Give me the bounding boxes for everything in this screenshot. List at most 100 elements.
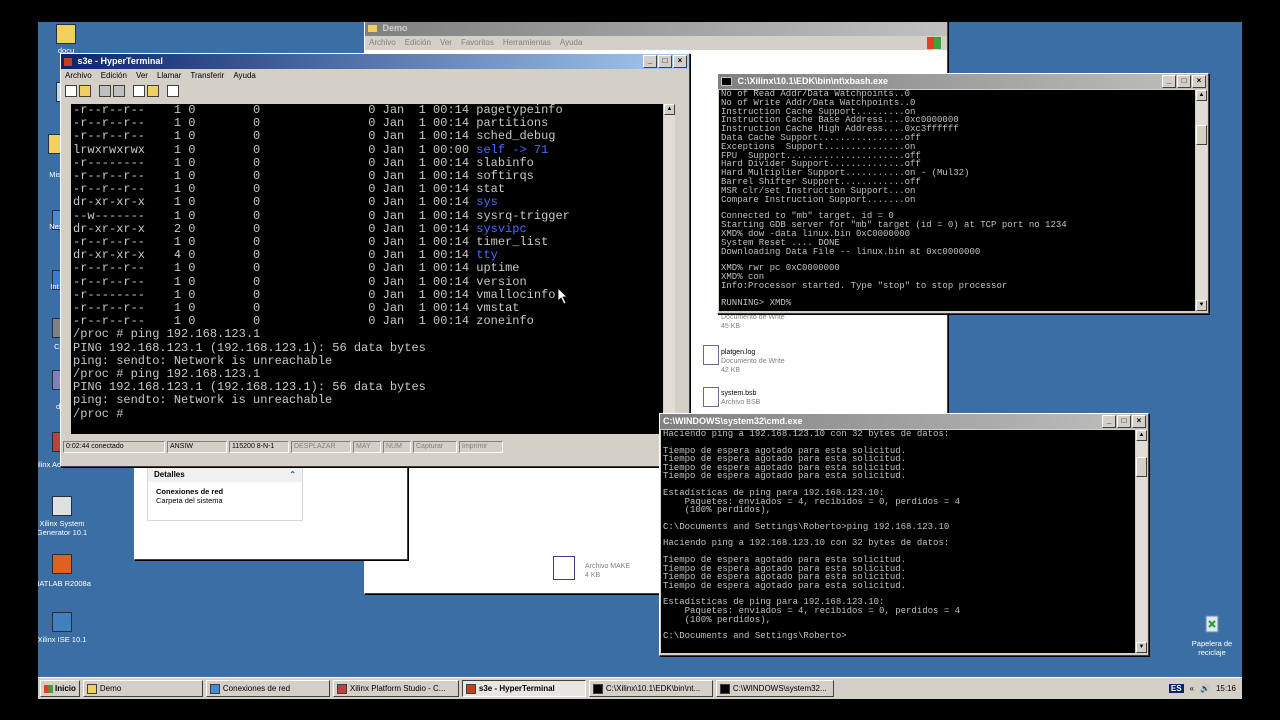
scroll-down-button[interactable]: ▼ (1196, 300, 1207, 311)
taskbar-item-icon (719, 683, 730, 694)
properties-icon[interactable] (167, 85, 179, 97)
close-button[interactable]: × (1132, 415, 1146, 428)
xbash-titlebar[interactable]: C:\Xilinx\10.1\EDK\bin\nt\xbash.exe _ □ × (718, 74, 1208, 89)
file-item[interactable]: Documento de Write 45 KB (721, 313, 785, 331)
terminal-scrollbar[interactable]: ▲ ▼ (663, 104, 675, 434)
menu-item[interactable]: Llamar (157, 69, 181, 83)
desktop: docuMiMis sNex TOInt ExpCamdspXilinx Acc… (38, 22, 1242, 698)
open-icon[interactable] (79, 85, 91, 97)
taskbar-item-icon (209, 683, 220, 694)
terminal-line-text: dr-xr-xr-x 2 0 0 0 Jan 1 00:14 (73, 221, 477, 236)
minimize-button[interactable]: _ (1162, 75, 1176, 88)
connect-icon[interactable] (99, 85, 111, 97)
xilinx-ise-icon[interactable] (52, 612, 72, 632)
matlab-icon[interactable] (52, 554, 72, 574)
hyperterminal-window[interactable]: s3e - HyperTerminal _ □ × Archivo Edición Ve… (60, 53, 690, 467)
cmd-window[interactable]: C:\WINDOWS\system32\cmd.exe _ □ × Haciendo… (659, 413, 1149, 656)
file-type: Documento de Write (721, 358, 785, 365)
scroll-up-button[interactable]: ▲ (1136, 430, 1147, 441)
maximize-button[interactable]: □ (1117, 415, 1131, 428)
makefile-icon (553, 556, 575, 580)
new-icon[interactable] (65, 85, 77, 97)
terminal-line-text: /proc # ping 192.168.123.1 (73, 327, 261, 342)
maximize-button[interactable]: □ (1177, 75, 1191, 88)
taskbar-item[interactable]: Xilinx Platform Studio - C... (332, 680, 459, 697)
menu-item[interactable]: Edición (405, 36, 431, 50)
console-line: Haciendo ping a 192.168.123.10 con 32 by… (663, 430, 950, 439)
file-name: system.bsb (721, 390, 757, 397)
terminal-line-text: dr-xr-xr-x 1 0 0 0 Jan 1 00:14 (73, 195, 477, 210)
taskbar-item[interactable]: C:\WINDOWS\system32... (715, 680, 834, 697)
cmd-console[interactable]: Haciendo ping a 192.168.123.10 con 32 by… (661, 430, 1136, 653)
network-connections-window[interactable]: Detalles ⌃ Conexiones de red Carpeta del… (134, 462, 408, 560)
collapse-icon[interactable]: ⌃ (289, 468, 296, 482)
menu-item[interactable]: Ayuda (560, 36, 583, 50)
cmd-scrollbar[interactable]: ▲ ▼ (1135, 430, 1147, 653)
taskbar-item-label: C:\WINDOWS\system32... (732, 684, 827, 693)
file-item[interactable]: Archivo MAKE 4 KB (585, 562, 630, 580)
scroll-thumb[interactable] (1196, 125, 1207, 145)
scroll-down-button[interactable]: ▼ (1136, 642, 1147, 653)
windows-logo-icon (927, 37, 941, 49)
close-button[interactable]: × (1192, 75, 1206, 88)
xbash-console[interactable]: No of Read Addr/Data Watchpoints..0 No of… (719, 90, 1196, 311)
taskbar-item[interactable]: C:\Xilinx\10.1\EDK\bin\nt... (588, 680, 713, 697)
terminal-line-text: -r--r--r-- 1 0 0 0 Jan 1 00:14 vmstat (73, 301, 520, 316)
scroll-up-button[interactable]: ▲ (1196, 90, 1207, 101)
menu-item[interactable]: Ayuda (233, 69, 256, 83)
console-line: Compare Instruction Support.......on (721, 194, 916, 205)
taskbar-item[interactable]: Demo (82, 680, 203, 697)
scroll-thumb[interactable] (1136, 457, 1147, 477)
taskbar-item-label: C:\Xilinx\10.1\EDK\bin\nt... (605, 684, 701, 693)
hyperterminal-titlebar[interactable]: s3e - HyperTerminal _ □ × (61, 54, 689, 69)
menu-item[interactable]: Transferir (190, 69, 224, 83)
desktop-icon-label: Xilinx System Generator 10.1 (38, 519, 88, 537)
menu-item[interactable]: Ver (440, 36, 452, 50)
start-button[interactable]: Inicio (40, 680, 80, 697)
taskbar-item-label: Conexiones de red (222, 684, 291, 693)
scroll-up-button[interactable]: ▲ (664, 104, 675, 115)
send-icon[interactable] (133, 85, 145, 97)
terminal-line-text: ping: sendto: Network is unreachable (73, 393, 333, 408)
file-type: Documento de Write (721, 314, 785, 321)
chevron-left-icon[interactable]: « (1190, 684, 1194, 693)
maximize-button[interactable]: □ (658, 55, 672, 68)
hyperterminal-terminal[interactable]: -r--r--r-- 1 0 0 0 Jan 1 00:14 pagetypei… (71, 104, 663, 434)
disconnect-icon[interactable] (113, 85, 125, 97)
menu-item[interactable]: Edición (101, 69, 127, 83)
recycle-bin-icon[interactable] (1201, 612, 1223, 634)
minimize-button[interactable]: _ (1102, 415, 1116, 428)
console-line: C:\Documents and Settings\Roberto> (663, 631, 847, 642)
menu-item[interactable]: Favoritos (461, 36, 494, 50)
start-label: Inicio (55, 684, 76, 693)
menu-item[interactable]: Herramientas (503, 36, 551, 50)
xilinx-sysgen-icon[interactable] (52, 496, 72, 516)
hyperterminal-icon (64, 57, 72, 66)
receive-icon[interactable] (147, 85, 159, 97)
close-button[interactable]: × (673, 55, 687, 68)
taskbar-item-icon (86, 683, 97, 694)
status-time: 0:02:44 conectado (63, 441, 165, 453)
demo-titlebar[interactable]: Demo (365, 22, 947, 36)
language-indicator[interactable]: ES (1168, 684, 1184, 693)
status-print: Imprimir (459, 441, 503, 453)
status-caps: MAY (353, 441, 381, 453)
xbash-window[interactable]: C:\Xilinx\10.1\EDK\bin\nt\xbash.exe _ □ × … (717, 73, 1209, 314)
file-item[interactable]: platgen.log Documento de Write 42 KB (721, 348, 785, 375)
menu-item[interactable]: Ver (136, 69, 148, 83)
terminal-line: /proc # (73, 407, 663, 421)
cmd-titlebar[interactable]: C:\WINDOWS\system32\cmd.exe _ □ × (660, 414, 1148, 429)
speaker-icon[interactable]: 🔊 (1200, 684, 1210, 693)
xbash-scrollbar[interactable]: ▲ ▼ (1195, 90, 1207, 311)
file-type: Archivo MAKE (585, 563, 631, 570)
taskbar-item[interactable]: Conexiones de red (205, 680, 330, 697)
details-header[interactable]: Detalles ⌃ (148, 468, 302, 482)
menu-item[interactable]: Archivo (369, 36, 396, 50)
taskbar-item[interactable]: s3e - HyperTerminal (461, 680, 586, 697)
terminal-line-text: dr-xr-xr-x 4 0 0 0 Jan 1 00:14 (73, 248, 477, 263)
minimize-button[interactable]: _ (643, 55, 657, 68)
file-item[interactable]: system.bsb Archivo BSB (721, 389, 760, 407)
menu-item[interactable]: Archivo (65, 69, 92, 83)
documents-icon[interactable] (56, 24, 76, 44)
